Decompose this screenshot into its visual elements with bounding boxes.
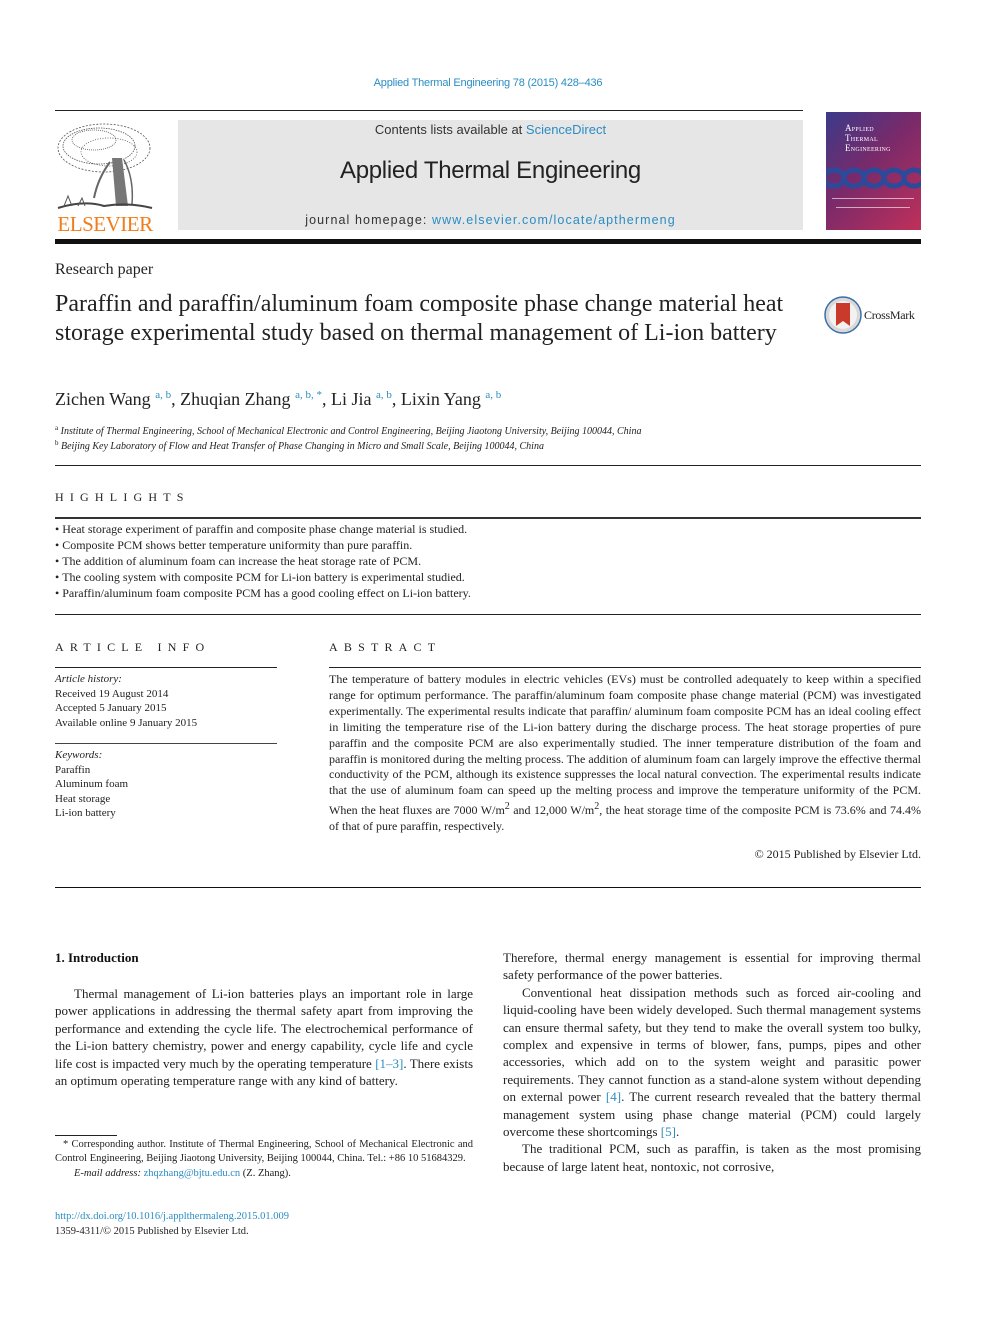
highlight-item: Paraffin/aluminum foam composite PCM has… <box>55 585 471 601</box>
history-entry: Received 19 August 2014 <box>55 687 169 700</box>
highlight-item: Heat storage experiment of paraffin and … <box>55 521 471 537</box>
affiliation: b Beijing Key Laboratory of Flow and Hea… <box>55 439 544 452</box>
author-affiliation-mark[interactable]: a, b <box>485 389 501 401</box>
paragraph-text: Conventional heat dissipation methods su… <box>503 984 921 1105</box>
email-suffix: (Z. Zhang). <box>240 1167 291 1179</box>
affiliation: a Institute of Thermal Engineering, Scho… <box>55 424 641 437</box>
abstract-text-part: The temperature of battery modules in el… <box>329 672 921 818</box>
cover-text-line <box>836 207 910 208</box>
contents-line: Contents lists available at ScienceDirec… <box>178 122 803 137</box>
affiliation-text: Institute of Thermal Engineering, School… <box>60 426 642 437</box>
cover-title-line: Engineering <box>845 143 891 153</box>
article-info-heading: ARTICLE INFO <box>55 640 211 654</box>
cover-title: Applied Thermal Engineering <box>845 123 891 153</box>
keyword: Li-ion battery <box>55 807 116 819</box>
author-list: Zichen Wang a, b, Zhuqian Zhang a, b, *,… <box>55 389 502 409</box>
highlight-item: The addition of aluminum foam can increa… <box>55 553 471 569</box>
header-rule <box>55 110 803 111</box>
section-rule <box>55 887 921 888</box>
section-rule <box>55 743 277 744</box>
affiliation-mark: b <box>55 439 59 447</box>
affiliation-mark: a <box>55 424 59 432</box>
sciencedirect-link[interactable]: ScienceDirect <box>526 122 606 137</box>
body-column-right: Therefore, thermal energy management is … <box>503 949 921 1175</box>
highlight-item: Composite PCM shows better temperature u… <box>55 537 471 553</box>
history-entry: Available online 9 January 2015 <box>55 716 198 729</box>
homepage-prefix: journal homepage: <box>305 213 433 227</box>
journal-cover[interactable]: Applied Thermal Engineering <box>826 112 921 230</box>
author-name[interactable]: Lixin Yang <box>401 389 481 409</box>
homepage-line: journal homepage: www.elsevier.com/locat… <box>178 213 803 227</box>
author-affiliation-mark[interactable]: a, b <box>155 389 171 401</box>
author-affiliation-mark[interactable]: a, b <box>376 389 392 401</box>
abstract-copyright: © 2015 Published by Elsevier Ltd. <box>754 847 921 861</box>
body-paragraph: Conventional heat dissipation methods su… <box>503 984 921 1141</box>
abstract-heading: ABSTRACT <box>329 640 442 654</box>
crossmark-label: CrossMark <box>864 308 915 322</box>
paragraph-text: . <box>675 1124 680 1140</box>
issn-line: 1359-4311/© 2015 Published by Elsevier L… <box>55 1226 249 1237</box>
journal-citation-link[interactable]: Applied Thermal Engineering 78 (2015) 42… <box>0 77 976 89</box>
keywords: Keywords: Paraffin Aluminum foam Heat st… <box>55 748 128 821</box>
journal-homepage-link[interactable]: www.elsevier.com/locate/apthermeng <box>432 213 676 227</box>
affiliation-text: Beijing Key Laboratory of Flow and Heat … <box>61 441 544 452</box>
keyword: Paraffin <box>55 763 91 776</box>
article-type: Research paper <box>55 261 154 278</box>
corresponding-author-note: * Corresponding author. Institute of The… <box>55 1139 473 1165</box>
cover-title-line: Thermal <box>845 133 878 143</box>
highlight-item: The cooling system with composite PCM fo… <box>55 569 471 585</box>
body-column-left: Thermal management of Li-ion batteries p… <box>55 985 473 1089</box>
body-paragraph: The traditional PCM, such as paraffin, i… <box>503 1141 921 1174</box>
citation-link[interactable]: [1–3] <box>375 1056 403 1071</box>
abstract-text: The temperature of battery modules in el… <box>329 672 921 835</box>
header-thick-rule <box>55 239 921 244</box>
crossmark-button[interactable]: CrossMark <box>824 296 924 334</box>
author-name[interactable]: Zichen Wang <box>55 389 151 409</box>
body-paragraph: Therefore, thermal energy management is … <box>503 950 921 983</box>
keyword: Aluminum foam <box>55 778 129 790</box>
keyword: Heat storage <box>55 792 111 805</box>
section-rule <box>329 667 921 668</box>
doi-link[interactable]: http://dx.doi.org/10.1016/j.applthermale… <box>55 1211 289 1222</box>
highlights-list: Heat storage experiment of paraffin and … <box>55 521 471 601</box>
cover-title-line: Applied <box>845 123 874 133</box>
section-rule <box>55 667 277 668</box>
article-history: Article history: Received 19 August 2014… <box>55 672 197 730</box>
tree-icon <box>57 123 153 209</box>
footnote: * Corresponding author. Institute of The… <box>55 1138 473 1181</box>
contents-prefix: Contents lists available at <box>374 122 526 137</box>
cover-text-line <box>832 198 914 199</box>
elsevier-logo[interactable]: ELSEVIER <box>54 118 156 236</box>
article-history-label: Article history: <box>55 673 122 685</box>
history-entry: Accepted 5 January 2015 <box>55 702 167 714</box>
section-rule <box>55 465 921 466</box>
author-affiliation-mark[interactable]: a, b, * <box>295 389 322 401</box>
article-title: Paraffin and paraffin/aluminum foam comp… <box>55 291 784 346</box>
keywords-label: Keywords: <box>55 749 103 761</box>
elsevier-wordmark: ELSEVIER <box>57 212 153 236</box>
crossmark-icon <box>824 296 862 334</box>
section-rule <box>55 517 921 519</box>
author-name[interactable]: Li Jia <box>331 389 372 409</box>
citation-link[interactable]: [5] <box>661 1124 676 1139</box>
section-rule <box>55 614 921 615</box>
author-name[interactable]: Zhuqian Zhang <box>180 389 290 409</box>
footnote-rule <box>55 1135 117 1136</box>
email-label: E-mail address: <box>74 1167 144 1179</box>
highlights-heading: HIGHLIGHTS <box>55 490 190 504</box>
citation-link[interactable]: [4] <box>606 1089 621 1104</box>
email-line: E-mail address: zhqzhang@bjtu.edu.cn (Z.… <box>55 1167 473 1181</box>
cover-chain-graphic <box>826 167 921 189</box>
body-paragraph: Thermal management of Li-ion batteries p… <box>55 985 473 1089</box>
abstract-text-part: and 12,000 W/m <box>509 803 595 818</box>
journal-banner: Contents lists available at ScienceDirec… <box>178 120 803 230</box>
section-heading-introduction: 1. Introduction <box>55 950 139 965</box>
journal-title: Applied Thermal Engineering <box>340 157 641 184</box>
email-link[interactable]: zhqzhang@bjtu.edu.cn <box>144 1168 241 1179</box>
